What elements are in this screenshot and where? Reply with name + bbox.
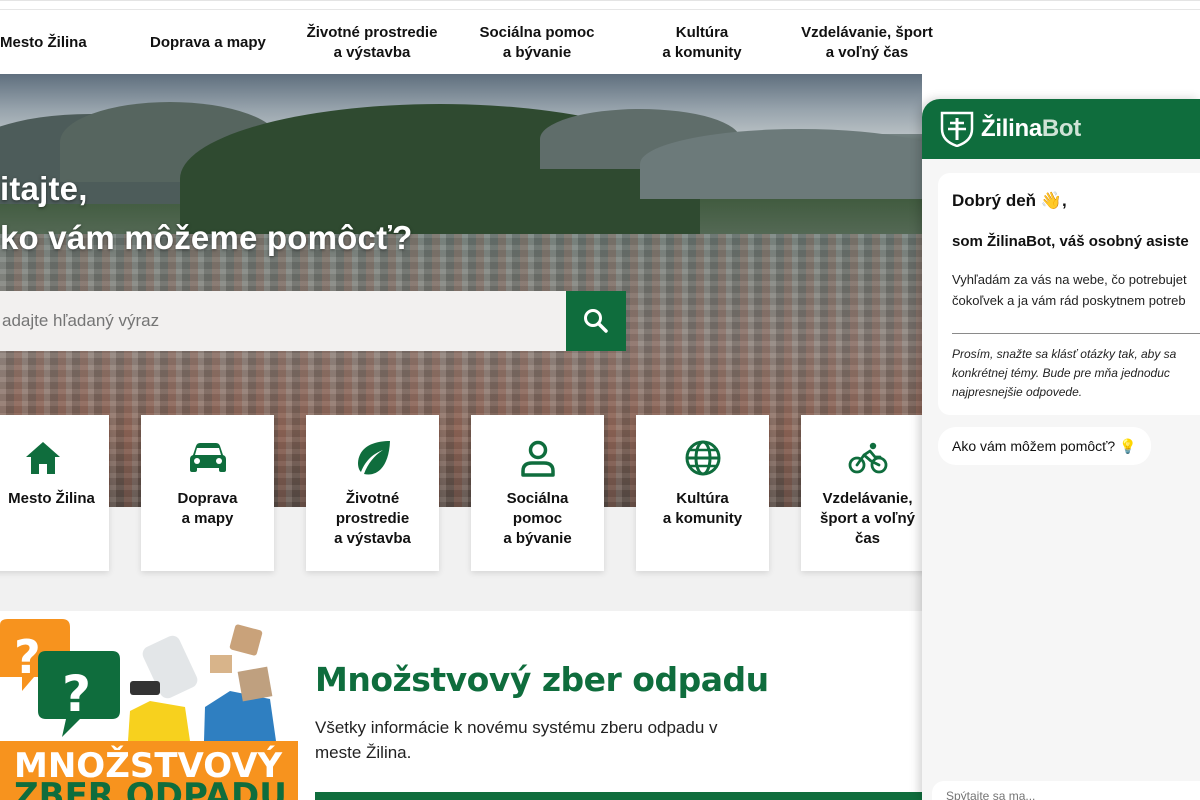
card-label: Sociálna pomoc a bývanie (503, 490, 572, 547)
hero-mountain (640, 129, 922, 199)
card-label: Doprava a mapy (177, 490, 238, 527)
svg-text:?: ? (62, 665, 91, 723)
nav-item-vzdelavanie[interactable]: Vzdelávanie, šport a voľný čas (798, 23, 936, 63)
page: Mesto Žilina Doprava a mapy Životné pros… (0, 0, 1200, 800)
promo-button-bar[interactable] (315, 792, 922, 800)
chat-input-field[interactable] (932, 781, 1200, 800)
card-label: Mesto Žilina (8, 490, 95, 507)
search-icon (584, 309, 608, 333)
zilina-coat-of-arms-icon (940, 111, 974, 152)
top-divider (0, 9, 1200, 10)
chatbot-header: ŽilinaBot (922, 99, 1200, 159)
globe-icon (636, 439, 769, 477)
bot-introduction: som ŽilinaBot, váš osobný asiste (952, 233, 1189, 250)
nav-item-doprava[interactable]: Doprava a mapy (150, 33, 266, 53)
usage-note: Prosím, snažte sa klásť otázky tak, aby … (952, 347, 1177, 399)
hero-title-line-2: ko vám môžeme pomôcť? (0, 219, 413, 256)
nav-item-kultura[interactable]: Kultúra a komunity (650, 23, 754, 63)
card-zivotne-prostredie[interactable]: Životné prostredie a výstavba (306, 415, 439, 571)
chatbot-panel: ŽilinaBot Dobrý deň 👋, som ŽilinaBot, vá… (922, 99, 1200, 800)
card-socialna-pomoc[interactable]: Sociálna pomoc a bývanie (471, 415, 604, 571)
bicycle-icon (801, 439, 934, 477)
greeting: Dobrý deň 👋, (952, 191, 1067, 210)
person-icon (471, 439, 604, 477)
promo-title[interactable]: Množstvový zber odpadu (315, 660, 769, 699)
svg-text:?: ? (14, 630, 41, 684)
promo-description: Všetky informácie k novému systému zberu… (315, 718, 718, 762)
card-kultura[interactable]: Kultúra a komunity (636, 415, 769, 571)
card-doprava[interactable]: Doprava a mapy (141, 415, 274, 571)
question-message: Ako vám môžem pomôcť? 💡 (938, 427, 1151, 465)
nav-item-zivotne-prostredie[interactable]: Životné prostredie a výstavba (306, 23, 438, 63)
leaf-icon (306, 439, 439, 477)
car-icon (141, 439, 274, 477)
promo-image[interactable]: ? ? MNOŽSTVOVÝ ZBER ODPADU (0, 611, 298, 800)
welcome-message: Dobrý deň 👋, som ŽilinaBot, váš osobný a… (938, 173, 1200, 415)
brand-bot: Bot (1041, 115, 1081, 142)
cards-background (0, 507, 922, 611)
card-label: Kultúra a komunity (662, 490, 743, 527)
hero-title-line-1: itajte, (0, 170, 88, 207)
card-label: Vzdelávanie, šport a voľný čas (820, 490, 915, 547)
chat-input[interactable] (932, 781, 1200, 800)
bot-description: Vyhľadám za vás na webe, čo potrebujet č… (952, 272, 1187, 308)
top-navigation: Mesto Žilina Doprava a mapy Životné pros… (0, 0, 1200, 74)
chatbot-brand: ŽilinaBot (981, 115, 1081, 143)
waste-illustration: ? ? MNOŽSTVOVÝ ZBER ODPADU (0, 611, 298, 800)
brand-main: Žilina (981, 115, 1042, 142)
home-icon (0, 439, 109, 477)
divider (952, 333, 1200, 334)
card-mesto-zilina[interactable]: Mesto Žilina (0, 415, 109, 571)
search-button[interactable] (566, 291, 626, 351)
nav-item-socialna-pomoc[interactable]: Sociálna pomoc a bývanie (475, 23, 599, 63)
search-field[interactable] (0, 291, 566, 351)
hero-city (0, 234, 922, 507)
card-label: Životné prostredie a výstavba (334, 490, 411, 547)
nav-item-mesto-zilina[interactable]: Mesto Žilina (0, 33, 87, 53)
svg-text:ZBER ODPADU: ZBER ODPADU (14, 776, 287, 800)
search-input[interactable] (0, 291, 566, 351)
card-vzdelavanie[interactable]: Vzdelávanie, šport a voľný čas (801, 415, 934, 571)
